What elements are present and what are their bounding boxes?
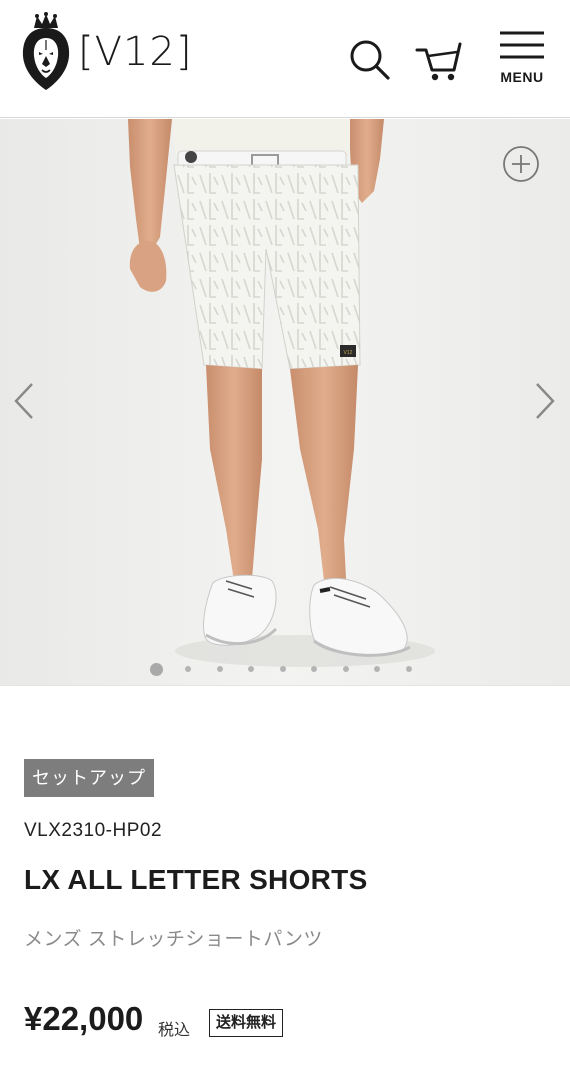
cart-button[interactable] <box>414 36 466 84</box>
zoom-plus-icon <box>503 146 539 182</box>
search-icon <box>350 40 390 80</box>
carousel-dot-8[interactable] <box>374 666 380 672</box>
carousel-dot-2[interactable] <box>185 666 191 672</box>
carousel-pagination <box>150 662 437 676</box>
setup-badge[interactable]: セットアップ <box>24 759 154 797</box>
product-price: ¥22,000 <box>24 1000 144 1037</box>
menu-label: MENU <box>500 69 544 85</box>
carousel-dot-3[interactable] <box>216 666 223 672</box>
zoom-button[interactable] <box>502 145 540 183</box>
brand-logo-link[interactable]: [V12] <box>20 12 192 92</box>
product-title: LX ALL LETTER SHORTS <box>24 864 368 895</box>
hamburger-icon <box>500 31 544 59</box>
carousel-dot-9[interactable] <box>405 666 412 672</box>
product-sku: VLX2310-HP02 <box>24 820 163 841</box>
carousel-dot-1[interactable] <box>150 662 163 676</box>
lion-crown-icon <box>22 12 70 90</box>
chevron-left-icon <box>14 383 33 419</box>
site-header: [V12] MENU <box>0 0 570 118</box>
previous-image-button[interactable] <box>12 381 36 421</box>
product-subtitle: メンズ ストレッチショートパンツ <box>24 929 323 950</box>
carousel-dot-7[interactable] <box>342 666 349 672</box>
chevron-right-icon <box>536 383 555 419</box>
product-image-carousel[interactable]: V12 <box>0 119 570 686</box>
svg-text:V12: V12 <box>344 350 353 356</box>
brand-logo-text: [V12] <box>78 29 193 75</box>
menu-button[interactable]: MENU <box>494 30 550 90</box>
tax-included-label: 税込 <box>158 1022 191 1039</box>
next-image-button[interactable] <box>533 381 557 421</box>
free-shipping-badge: 送料無料 <box>209 1009 284 1037</box>
carousel-dot-6[interactable] <box>311 666 317 672</box>
search-button[interactable] <box>346 36 394 84</box>
carousel-dot-5[interactable] <box>279 666 286 672</box>
product-photo: V12 <box>0 119 570 685</box>
carousel-dot-4[interactable] <box>248 666 254 672</box>
cart-icon <box>415 42 462 81</box>
